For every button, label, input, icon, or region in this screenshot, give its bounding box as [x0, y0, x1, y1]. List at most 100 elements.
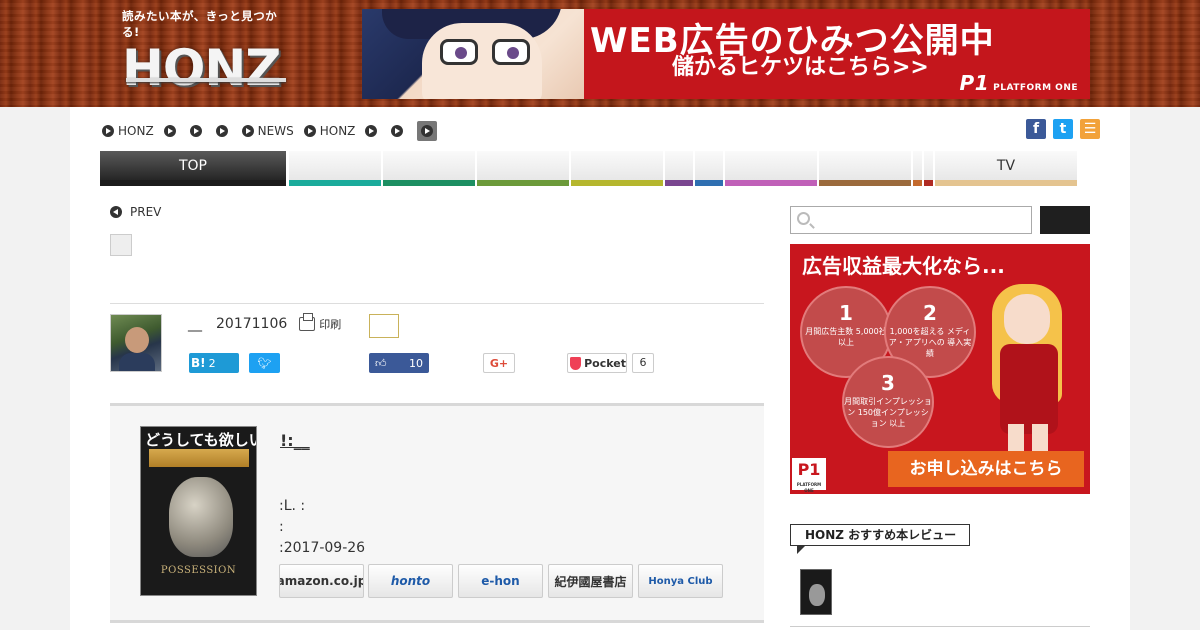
search-input[interactable]: [790, 206, 1032, 234]
shop-honyaclub-button[interactable]: Honya Club: [638, 564, 723, 598]
breadcrumb-item[interactable]: [189, 125, 206, 137]
nav-tab-label: TV: [996, 158, 1016, 174]
nav-tab-color-bar: [571, 180, 663, 186]
facebook-icon[interactable]: f: [1026, 119, 1046, 139]
search-button[interactable]: [1040, 206, 1090, 234]
facebook-like-button[interactable]: 👍︎ 10: [369, 353, 429, 373]
sidebar-ad-title: 広告収益最大化なら...: [802, 254, 1005, 278]
pocket-button[interactable]: Pocket: [567, 353, 627, 373]
breadcrumb-item[interactable]: HONZ: [102, 124, 154, 138]
book-title-link[interactable]: !:__: [280, 431, 310, 450]
shop-amazon-button[interactable]: amazon.co.jp: [279, 564, 364, 598]
breadcrumb-item[interactable]: [163, 125, 180, 137]
arrow-right-icon: [163, 125, 176, 137]
shop-kinokuniya-button[interactable]: 紀伊國屋書店: [548, 564, 633, 598]
arrow-right-icon: [102, 125, 114, 137]
logo-tagline: 読みたい本が、きっと見つかる!: [122, 9, 278, 39]
article-meta: __ 20171106 印刷: [188, 313, 341, 332]
article-thumb-placeholder[interactable]: [110, 234, 132, 256]
book-release-date: :2017-09-26: [279, 540, 366, 556]
nav-tab[interactable]: TV: [935, 151, 1078, 186]
rss-icon[interactable]: ☰: [1080, 119, 1100, 139]
arrow-right-icon: [303, 125, 316, 137]
category-nav: TOP TV: [100, 151, 1100, 186]
nav-tab-color-bar: [695, 180, 723, 186]
book-cover[interactable]: どうしても欲しい! POSSESSION: [140, 426, 257, 596]
arrow-left-icon: [110, 206, 122, 218]
twitter-icon[interactable]: t: [1053, 119, 1073, 139]
nav-tab[interactable]: [289, 151, 382, 186]
site-logo[interactable]: 読みたい本が、きっと見つかる! HONZ: [122, 8, 292, 98]
nav-tab-color-bar: [477, 180, 569, 186]
nav-tab[interactable]: [383, 151, 476, 186]
breadcrumb-current: [417, 121, 438, 141]
pocket-icon: [570, 356, 582, 370]
printer-icon: [299, 313, 316, 331]
nav-tab-color-bar: [383, 180, 475, 186]
banner-subline: 儲かるヒケツはこちら>>: [672, 55, 929, 80]
nav-tab[interactable]: [695, 151, 724, 186]
ad-character-illustration: [980, 284, 1080, 464]
arrow-right-icon: [391, 125, 404, 137]
sidebar-ad[interactable]: 広告収益最大化なら... 1 月間広告主数 5,000社以上 2 1,000を超える…: [790, 244, 1090, 494]
divider: [110, 303, 764, 304]
banner-illustration: [362, 9, 584, 99]
nav-tab-color-bar: [725, 180, 817, 186]
ad-apply-button[interactable]: お申し込みはこちら: [888, 451, 1084, 487]
print-button[interactable]: 印刷: [299, 313, 341, 332]
recommend-heading: HONZ おすすめ本レビュー: [790, 524, 970, 554]
nav-tab-color-bar: [665, 180, 693, 186]
follow-button[interactable]: [369, 314, 399, 338]
cover-word: POSSESSION: [160, 565, 237, 576]
nav-tab-color-bar: [289, 180, 381, 186]
nav-tab-color-bar: [935, 180, 1077, 186]
google-plus-button[interactable]: G+: [483, 353, 515, 373]
logo-text: HONZ: [122, 39, 281, 97]
nav-tab[interactable]: [913, 151, 923, 186]
nav-tab[interactable]: TOP: [100, 151, 287, 186]
arrow-right-icon: [241, 125, 254, 137]
breadcrumb-item[interactable]: [365, 125, 381, 137]
hatena-bookmark-button[interactable]: B! 2: [189, 353, 239, 373]
prev-link[interactable]: PREV: [110, 205, 161, 219]
breadcrumb-item[interactable]: [215, 125, 232, 137]
nav-tab[interactable]: [665, 151, 694, 186]
nav-tab[interactable]: [477, 151, 570, 186]
shop-honto-button[interactable]: honto: [368, 564, 453, 598]
twitter-bird-icon: 🐦︎: [257, 356, 272, 370]
article-date: 20171106: [216, 316, 288, 332]
nav-tab-color-bar: [819, 180, 911, 186]
ad-logo: P1 PLATFORM ONE: [792, 458, 826, 493]
nav-tab[interactable]: [571, 151, 664, 186]
author-name[interactable]: __: [188, 316, 202, 332]
recommend-book-thumb[interactable]: [800, 569, 832, 615]
statue-head-image: [169, 477, 233, 557]
nav-tab-color-bar: [924, 180, 933, 186]
nav-tab[interactable]: [725, 151, 818, 186]
header-ad-banner[interactable]: WEB広告のひみつ公開中 儲かるヒケツはこちら>> P1 PLATFORM ONE: [362, 9, 1090, 99]
ad-point-3: 3 月間取引インプレッション 150億インプレッション 以上: [842, 356, 934, 448]
author-avatar[interactable]: [110, 314, 162, 372]
nav-tab-color-bar: [100, 180, 286, 186]
shop-ehon-button[interactable]: e-hon: [458, 564, 543, 598]
book-author: :L. :: [279, 498, 306, 514]
thumbs-up-icon: 👍︎: [375, 356, 387, 370]
tweet-button[interactable]: 🐦︎: [249, 353, 280, 373]
breadcrumb: HONZ NEWS HONZ: [102, 121, 447, 141]
divider: [790, 626, 1090, 627]
search-icon: [797, 212, 810, 225]
arrow-right-icon: [215, 125, 228, 137]
breadcrumb-item[interactable]: NEWS: [241, 124, 294, 138]
nav-tab-color-bar: [913, 180, 922, 186]
breadcrumb-item[interactable]: HONZ: [303, 124, 355, 138]
nav-tab[interactable]: [924, 151, 934, 186]
book-publisher: :: [279, 519, 284, 535]
cover-title: どうしても欲しい!: [145, 431, 256, 449]
arrow-right-icon: [189, 125, 202, 137]
nav-tab-label: TOP: [178, 158, 207, 174]
arrow-right-icon: [365, 125, 378, 137]
breadcrumb-item[interactable]: [391, 125, 407, 137]
banner-brand: P1 PLATFORM ONE: [959, 71, 1078, 95]
nav-tab[interactable]: [819, 151, 912, 186]
logo-magnifier-handle: [126, 78, 286, 82]
